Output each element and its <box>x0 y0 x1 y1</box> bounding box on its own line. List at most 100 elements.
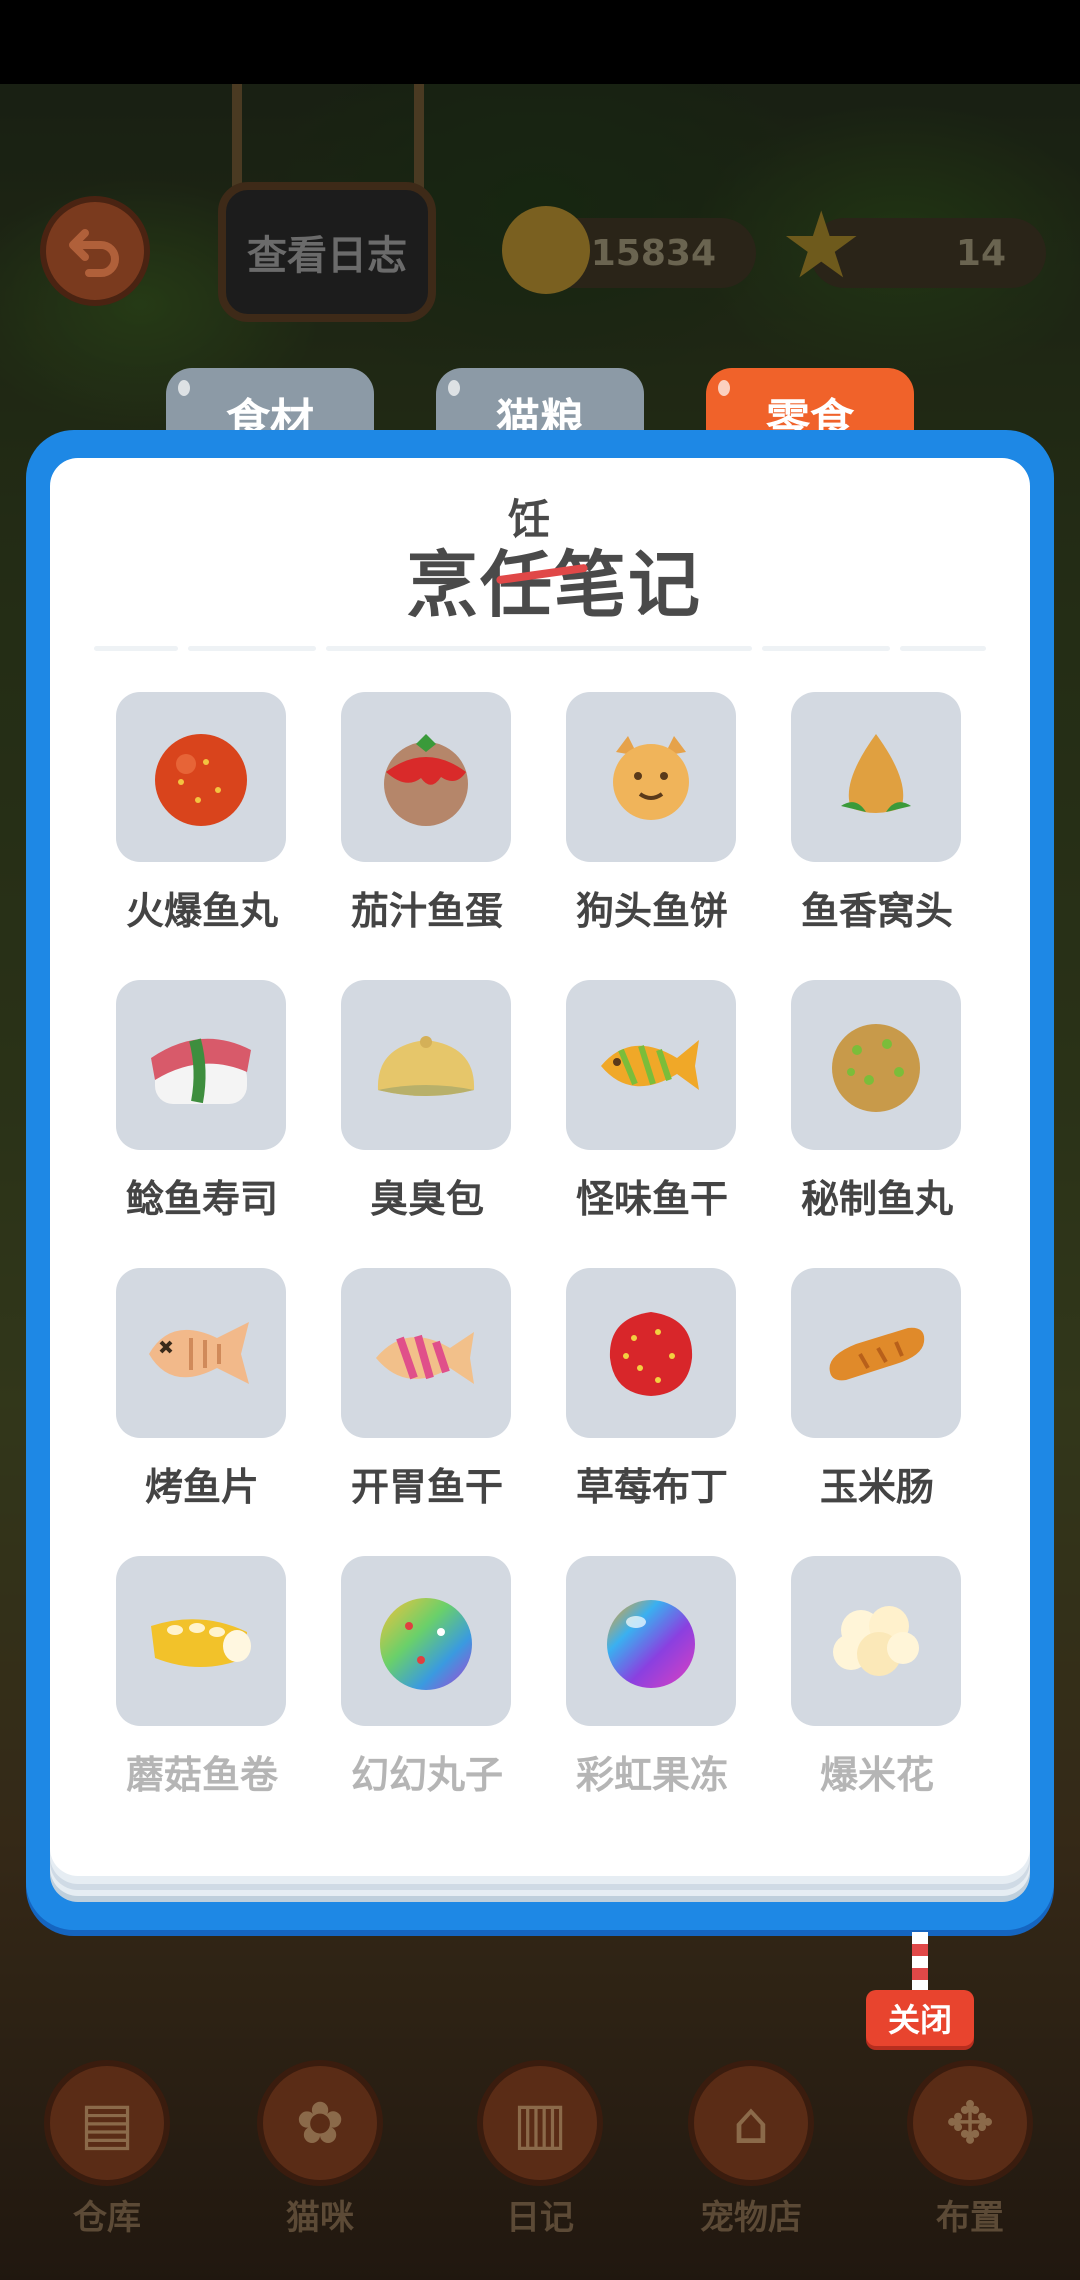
recipe-name: 鱼香窝头 <box>800 889 953 933</box>
pet-shop-icon: ⌂ <box>688 2060 814 2186</box>
recipe-name: 彩虹果冻 <box>575 1753 728 1797</box>
panel-title-group: 烹任笔记 饪 <box>300 486 780 627</box>
recipe-item[interactable]: 幻幻丸子 <box>341 1556 513 1799</box>
recipe-name: 蘑菇鱼卷 <box>125 1753 278 1797</box>
magic-ball-icon <box>380 1598 472 1690</box>
recipe-name: 草莓布丁 <box>575 1465 728 1509</box>
recipe-tile <box>791 1268 961 1438</box>
nav-diary[interactable]: ▥ 日记 <box>465 2060 615 2239</box>
recipe-tile <box>116 1268 286 1438</box>
recipe-tile <box>116 980 286 1150</box>
recipe-tile <box>341 980 511 1150</box>
divider-segment <box>188 646 316 651</box>
nav-warehouse[interactable]: ▤ 仓库 <box>32 2060 182 2239</box>
recipe-item[interactable]: 怪味鱼干 <box>566 980 738 1223</box>
recipe-tile <box>341 692 511 862</box>
recipe-name: 火爆鱼丸 <box>125 889 278 933</box>
coin-count: 15834 <box>590 232 716 274</box>
recipe-tile <box>791 692 961 862</box>
recipe-tile <box>341 1556 511 1726</box>
view-log-label: 查看日志 <box>247 233 407 279</box>
recipe-item[interactable]: 鲶鱼寿司 <box>116 980 288 1223</box>
recipe-tile <box>341 1268 511 1438</box>
strawberry-pudding-icon <box>609 1312 693 1396</box>
fish-wotou-icon <box>841 734 911 813</box>
recipe-item[interactable]: 草莓布丁 <box>566 1268 738 1511</box>
recipe-name: 玉米肠 <box>819 1465 934 1509</box>
recipe-name: 烤鱼片 <box>144 1465 259 1509</box>
coin-icon <box>502 206 590 294</box>
recipe-item[interactable]: 烤鱼片 <box>116 1268 288 1511</box>
sign-rope-left <box>232 84 242 194</box>
nav-label: 仓库 <box>73 2198 141 2238</box>
recipe-name: 鲶鱼寿司 <box>125 1177 278 1221</box>
recipe-name: 怪味鱼干 <box>575 1177 728 1221</box>
strange-dried-fish-icon <box>601 1040 699 1090</box>
recipe-name: 狗头鱼饼 <box>575 889 728 933</box>
recipe-item[interactable]: 彩虹果冻 <box>566 1556 738 1799</box>
spicy-fishball-icon <box>155 734 247 826</box>
recipe-item[interactable]: 火爆鱼丸 <box>116 692 288 935</box>
arrange-icon: ✥ <box>907 2060 1033 2186</box>
divider-segment <box>900 646 986 651</box>
recipe-name: 爆米花 <box>819 1753 934 1797</box>
warehouse-icon: ▤ <box>44 2060 170 2186</box>
nav-label: 布置 <box>936 2198 1004 2238</box>
close-button[interactable]: 关闭 <box>866 1990 974 2046</box>
appetizer-dried-fish-icon <box>376 1332 474 1384</box>
recipe-item[interactable]: 玉米肠 <box>791 1268 963 1511</box>
mushroom-fish-roll-icon <box>151 1619 251 1667</box>
popcorn-icon <box>833 1606 919 1676</box>
catfish-sushi-icon <box>151 1038 251 1104</box>
divider-segment <box>94 646 178 651</box>
divider-segment <box>326 646 752 651</box>
recipe-name: 开胃鱼干 <box>350 1465 503 1509</box>
nav-pet-shop[interactable]: ⌂ 宠物店 <box>676 2060 826 2239</box>
secret-fishball-icon <box>832 1024 920 1112</box>
back-button[interactable] <box>40 196 150 306</box>
recipe-item[interactable]: 蘑菇鱼卷 <box>116 1556 288 1799</box>
nav-label: 猫咪 <box>286 2198 354 2238</box>
back-arrow-icon <box>69 229 119 277</box>
recipe-tile <box>116 1556 286 1726</box>
nav-label: 日记 <box>506 2198 574 2238</box>
star-count: 14 <box>955 232 1006 274</box>
recipe-tile <box>566 1268 736 1438</box>
paw-icon: ✿ <box>257 2060 383 2186</box>
recipe-item[interactable]: 狗头鱼饼 <box>566 692 738 935</box>
grilled-fish-icon <box>149 1322 249 1384</box>
nav-label: 宠物店 <box>700 2198 802 2238</box>
star-icon: ★ <box>780 192 863 299</box>
recipe-tile <box>566 1556 736 1726</box>
panel-title: 烹任笔记 <box>406 543 703 627</box>
nav-arrange[interactable]: ✥ 布置 <box>895 2060 1045 2239</box>
recipe-tile <box>791 1556 961 1726</box>
recipe-item[interactable]: 开胃鱼干 <box>341 1268 513 1511</box>
recipe-item[interactable]: 秘制鱼丸 <box>791 980 963 1223</box>
sign-rope-right <box>414 84 424 194</box>
recipe-item[interactable]: 臭臭包 <box>341 980 513 1223</box>
recipe-item[interactable]: 茄汁鱼蛋 <box>341 692 513 935</box>
nav-cats[interactable]: ✿ 猫咪 <box>245 2060 395 2239</box>
recipe-tile <box>566 692 736 862</box>
recipe-item[interactable]: 鱼香窝头 <box>791 692 963 935</box>
close-label: 关闭 <box>887 2001 952 2039</box>
recipe-name: 茄汁鱼蛋 <box>350 889 503 933</box>
recipe-name: 臭臭包 <box>369 1177 484 1221</box>
view-log-sign[interactable]: 查看日志 <box>218 182 436 322</box>
title-correction: 饪 <box>508 495 551 544</box>
recipe-tile <box>566 980 736 1150</box>
rainbow-jelly-icon <box>607 1600 695 1688</box>
dog-head-fishcake-icon <box>613 736 689 820</box>
recipe-tile <box>116 692 286 862</box>
recipe-name: 秘制鱼丸 <box>800 1177 953 1221</box>
corn-sausage-icon <box>829 1327 925 1381</box>
recipe-name: 幻幻丸子 <box>350 1753 503 1797</box>
divider-segment <box>762 646 890 651</box>
recipe-tile <box>791 980 961 1150</box>
tomato-fish-egg-icon <box>384 734 468 826</box>
stinky-bun-icon <box>377 1036 475 1096</box>
recipe-item[interactable]: 爆米花 <box>791 1556 963 1799</box>
diary-icon: ▥ <box>477 2060 603 2186</box>
status-bar <box>0 0 1080 84</box>
